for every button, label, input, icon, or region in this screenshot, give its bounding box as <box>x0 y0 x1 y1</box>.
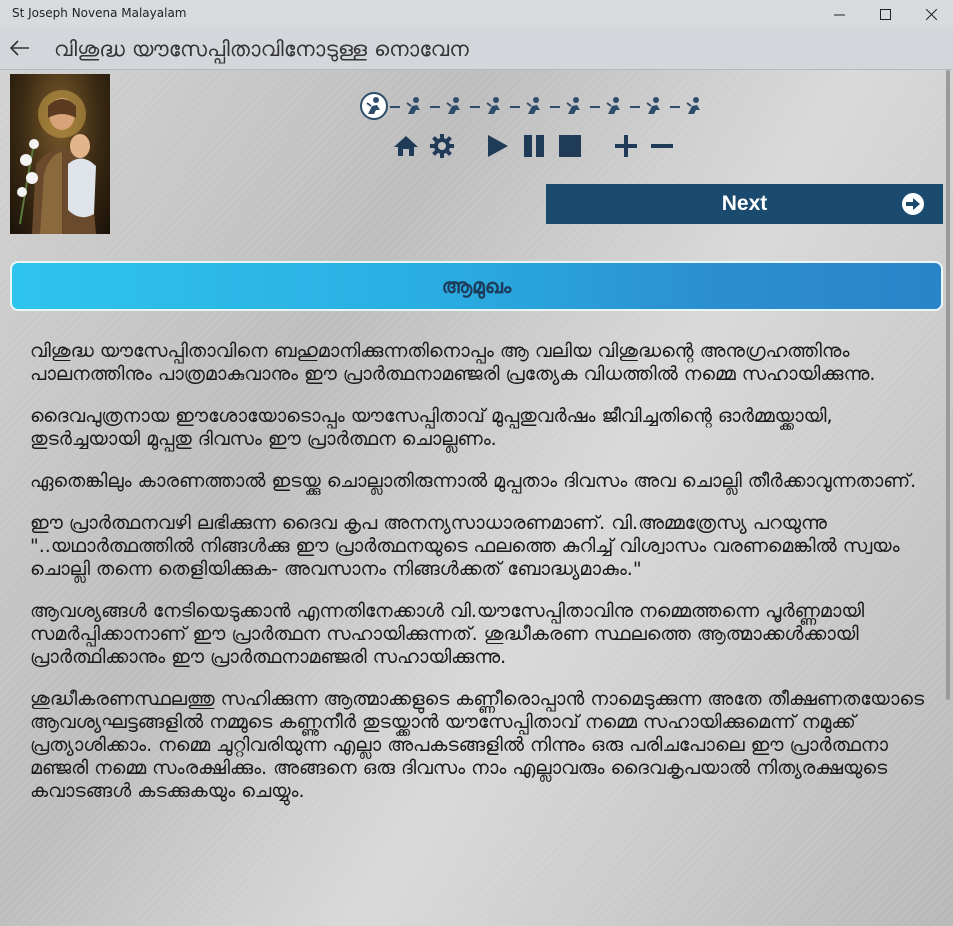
playback-controls <box>392 132 692 162</box>
st-joseph-picture <box>17 90 96 234</box>
page-title: വിശുദ്ധ യൗസേപ്പിതാവിനോടുള്ള നൊവേന <box>54 37 469 61</box>
praying-figure-icon <box>406 97 420 114</box>
step-4-praying-icon[interactable] <box>482 94 508 120</box>
praying-figure-icon <box>366 97 380 114</box>
step-connector <box>470 106 480 108</box>
praying-figure-icon <box>606 97 620 114</box>
praying-figure-icon <box>646 97 660 114</box>
step-6-praying-icon[interactable] <box>562 94 588 120</box>
window-titlebar: St Joseph Novena Malayalam <box>0 0 953 28</box>
praying-figure-icon <box>526 97 540 114</box>
plus-icon <box>615 135 637 157</box>
pause-icon <box>524 135 544 157</box>
zoom-out-button[interactable] <box>648 132 676 160</box>
step-9-praying-icon[interactable] <box>682 94 708 120</box>
praying-figure-icon <box>566 97 580 114</box>
stop-button[interactable] <box>556 132 584 160</box>
step-2-praying-icon[interactable] <box>402 94 428 120</box>
section-title: ആമുഖം <box>441 274 512 298</box>
back-button[interactable] <box>8 37 32 59</box>
window-title: St Joseph Novena Malayalam <box>12 6 187 20</box>
paragraph: ദൈവപുത്രനായ ഈശോയോടൊപ്പം യൗസേപ്പിതാവ് മുപ… <box>30 405 833 450</box>
home-button[interactable] <box>392 132 420 160</box>
step-connector <box>430 106 440 108</box>
paragraph: ആവശ്യങ്ങൾ നേടിയെടുക്കാൻ എന്നതിനേക്കാൾ വി… <box>30 600 865 668</box>
back-arrow-icon <box>9 40 29 56</box>
arrow-circle-right-icon <box>902 193 924 215</box>
minimize-button[interactable] <box>816 0 862 28</box>
maximize-icon <box>879 8 891 20</box>
pause-button[interactable] <box>520 132 548 160</box>
maximize-button[interactable] <box>862 0 908 28</box>
progress-steps <box>360 92 720 122</box>
section-header: ആമുഖം <box>10 261 943 311</box>
play-button[interactable] <box>484 132 512 160</box>
step-connector <box>390 106 400 108</box>
close-icon <box>925 8 937 20</box>
step-3-praying-icon[interactable] <box>442 94 468 120</box>
paragraph: ഈ പ്രാർത്ഥനവഴി ലഭിക്കുന്ന ദൈവ കൃപ അനന്യസ… <box>30 512 900 580</box>
step-5-praying-icon[interactable] <box>522 94 548 120</box>
zoom-in-button[interactable] <box>612 132 640 160</box>
stop-icon <box>559 135 581 157</box>
praying-figure-icon <box>446 97 460 114</box>
close-button[interactable] <box>908 0 953 28</box>
next-button[interactable]: Next <box>546 184 943 224</box>
gear-icon <box>430 134 454 158</box>
step-1-praying-icon[interactable] <box>360 92 388 120</box>
home-icon <box>394 136 418 156</box>
novena-content: വിശുദ്ധ യൗസേപ്പിതാവിനെ ബഹുമാനിക്കുന്നതിന… <box>30 340 930 822</box>
step-connector <box>590 106 600 108</box>
app-header: വിശുദ്ധ യൗസേപ്പിതാവിനോടുള്ള നൊവേന <box>0 28 953 70</box>
paragraph: ശുദ്ധീകരണസ്ഥലത്തു സഹിക്കുന്ന ആത്മാക്കളുട… <box>30 688 925 802</box>
step-8-praying-icon[interactable] <box>642 94 668 120</box>
step-connector <box>670 106 680 108</box>
paragraph: ഏതെങ്കിലും കാരണത്താൽ ഇടയ്ക്കു ചൊല്ലാതിരു… <box>30 470 917 492</box>
next-button-label: Next <box>721 192 768 215</box>
minimize-icon <box>833 14 845 15</box>
step-connector <box>630 106 640 108</box>
praying-figure-icon <box>486 97 500 114</box>
paragraph: വിശുദ്ധ യൗസേപ്പിതാവിനെ ബഹുമാനിക്കുന്നതിന… <box>30 340 876 385</box>
praying-figure-icon <box>686 97 700 114</box>
step-connector <box>550 106 560 108</box>
minus-icon <box>651 144 673 148</box>
step-7-praying-icon[interactable] <box>602 94 628 120</box>
settings-button[interactable] <box>428 132 456 160</box>
st-joseph-image <box>10 74 110 234</box>
play-icon <box>488 135 508 157</box>
vertical-scrollbar[interactable] <box>946 70 950 700</box>
step-connector <box>510 106 520 108</box>
